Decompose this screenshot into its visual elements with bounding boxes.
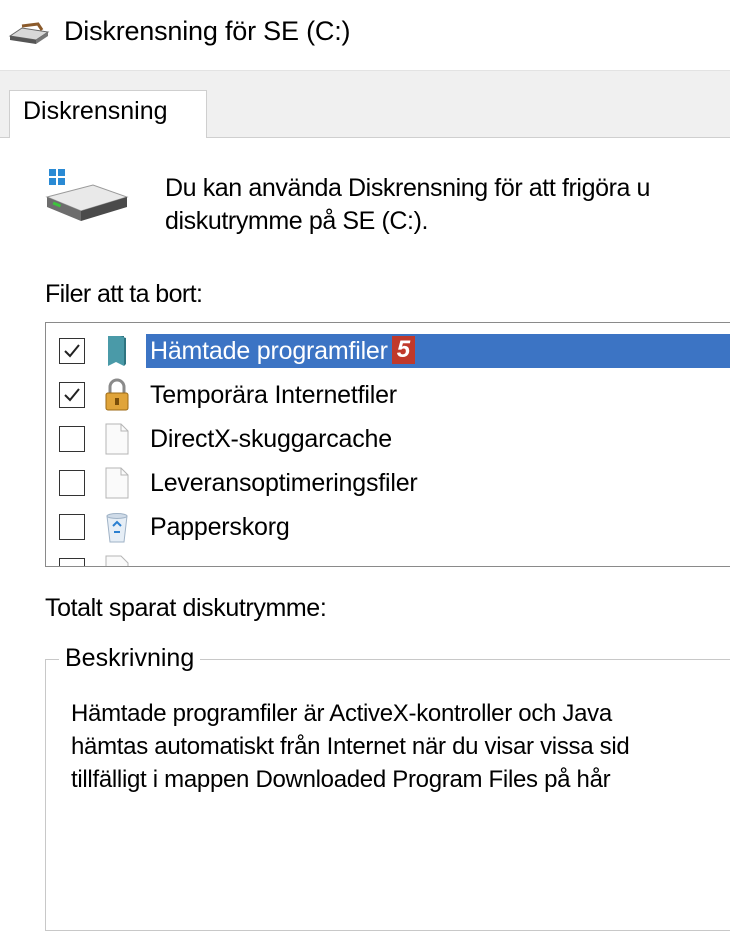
item-label: DirectX-skuggarcache <box>150 425 392 453</box>
list-item-temporary-internet-files[interactable]: Temporära Internetfiler <box>46 373 730 417</box>
checkbox[interactable] <box>59 558 85 566</box>
checkbox[interactable] <box>59 514 85 540</box>
checkbox[interactable] <box>59 382 85 408</box>
recycle-bin-icon <box>106 513 128 543</box>
checkbox[interactable] <box>59 470 85 496</box>
window-title: Diskrensning för SE (C:) <box>64 16 351 46</box>
checkbox[interactable] <box>59 426 85 452</box>
callout-badge: 5 <box>391 336 415 364</box>
item-label: Hämtade programfiler <box>150 337 388 365</box>
file-icon <box>105 555 129 566</box>
list-item-directx-shader-cache[interactable]: DirectX-skuggarcache <box>46 417 730 461</box>
file-icon <box>105 423 129 455</box>
file-icon <box>105 467 129 499</box>
description-text: Hämtade programfiler är ActiveX-kontroll… <box>71 700 630 793</box>
list-item-delivery-optimization-files[interactable]: Leveransoptimeringsfiler <box>46 461 730 505</box>
description-title: Beskrivning <box>59 644 201 673</box>
disk-cleanup-icon <box>8 22 50 44</box>
hard-drive-icon <box>45 169 129 221</box>
checkbox[interactable] <box>59 338 85 364</box>
total-saved-space-label: Totalt sparat diskutrymme: <box>45 594 327 622</box>
intro-text: Du kan använda Diskrensning för att frig… <box>165 174 651 235</box>
list-item-partial[interactable] <box>46 549 730 566</box>
title-bar: Diskrensning för SE (C:) <box>0 0 730 70</box>
tab-label: Diskrensning <box>23 97 168 125</box>
tab-diskrensning[interactable]: Diskrensning <box>9 90 207 140</box>
files-list[interactable]: Hämtade programfiler 5 Temporära Internet… <box>45 322 730 567</box>
list-item-downloaded-program-files[interactable]: Hämtade programfiler 5 <box>46 329 730 373</box>
lock-icon <box>105 378 129 411</box>
item-label: Temporära Internetfiler <box>150 381 397 409</box>
item-label: Papperskorg <box>150 513 290 541</box>
list-item-recycle-bin[interactable]: Papperskorg <box>46 505 730 549</box>
item-label: Leveransoptimeringsfiler <box>150 469 418 497</box>
files-to-delete-label: Filer att ta bort: <box>45 280 203 308</box>
folder-icon <box>108 336 126 366</box>
